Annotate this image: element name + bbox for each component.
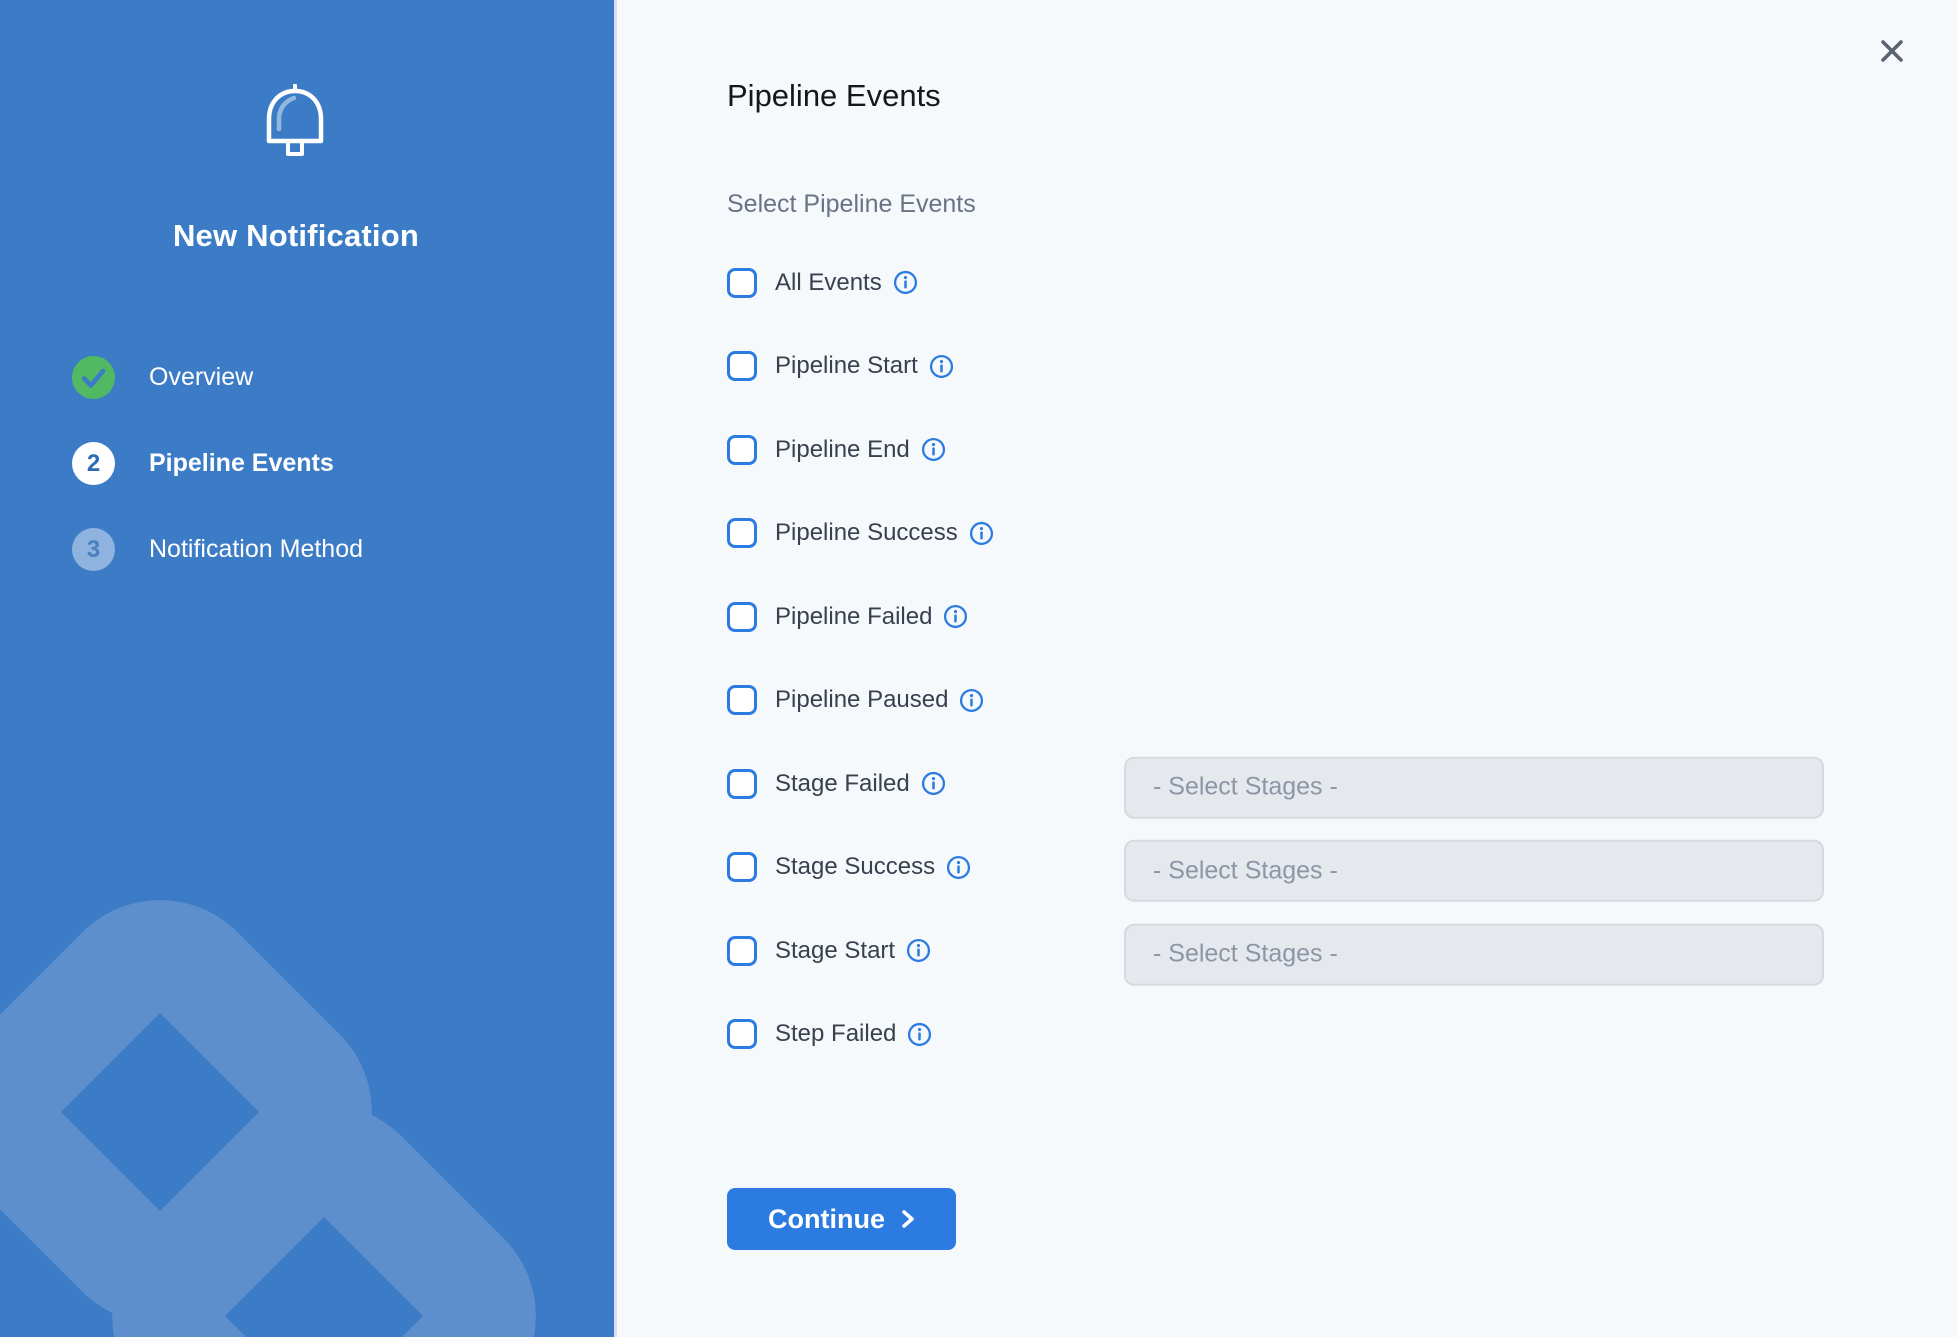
- check-icon: [72, 356, 115, 399]
- checkbox[interactable]: [727, 435, 757, 465]
- event-label[interactable]: Stage Start: [775, 937, 895, 965]
- panel-title: Pipeline Events: [727, 78, 941, 114]
- event-row-pipeline-start: Pipeline Start: [727, 325, 1827, 409]
- event-row-pipeline-success: Pipeline Success: [727, 492, 1827, 576]
- event-list: All Events Pipeline Start Pipeline End: [727, 241, 1827, 1076]
- event-label[interactable]: Stage Failed: [775, 770, 910, 798]
- info-icon[interactable]: [906, 938, 931, 963]
- bell-icon: [264, 84, 326, 160]
- info-icon[interactable]: [893, 270, 918, 295]
- step-item-pipeline-events[interactable]: 2 Pipeline Events: [72, 442, 363, 485]
- event-label[interactable]: Pipeline Start: [775, 352, 918, 380]
- step-label: Notification Method: [149, 535, 363, 564]
- checkbox[interactable]: [727, 351, 757, 381]
- checkbox[interactable]: [727, 1019, 757, 1049]
- info-icon[interactable]: [929, 354, 954, 379]
- step-badge: 2: [72, 442, 115, 485]
- event-label[interactable]: Pipeline Success: [775, 519, 958, 547]
- event-row-stage-failed: Stage Failed - Select Stages -: [727, 742, 1827, 826]
- step-label: Overview: [149, 363, 253, 392]
- event-row-stage-start: Stage Start - Select Stages -: [727, 909, 1827, 993]
- panel-subtitle: Select Pipeline Events: [727, 190, 976, 219]
- event-label[interactable]: Pipeline Paused: [775, 686, 948, 714]
- event-label[interactable]: Step Failed: [775, 1020, 896, 1048]
- event-row-all-events: All Events: [727, 241, 1827, 325]
- event-label[interactable]: All Events: [775, 269, 882, 297]
- step-list: Overview 2 Pipeline Events 3 Notificatio…: [72, 356, 363, 571]
- info-icon[interactable]: [943, 604, 968, 629]
- sidebar: New Notification Overview 2 Pipeline Eve…: [0, 0, 617, 1337]
- stage-select-placeholder: - Select Stages -: [1153, 940, 1338, 969]
- step-number: 3: [87, 536, 100, 564]
- event-row-pipeline-paused: Pipeline Paused: [727, 659, 1827, 743]
- checkbox[interactable]: [727, 852, 757, 882]
- stage-select-placeholder: - Select Stages -: [1153, 856, 1338, 885]
- event-label[interactable]: Pipeline End: [775, 436, 910, 464]
- checkbox[interactable]: [727, 936, 757, 966]
- checkbox[interactable]: [727, 268, 757, 298]
- event-label[interactable]: Stage Success: [775, 853, 935, 881]
- panel: Pipeline Events Select Pipeline Events A…: [617, 0, 1957, 1337]
- event-row-pipeline-failed: Pipeline Failed: [727, 575, 1827, 659]
- stage-select[interactable]: - Select Stages -: [1124, 923, 1824, 985]
- step-item-overview[interactable]: Overview: [72, 356, 363, 399]
- info-icon[interactable]: [969, 521, 994, 546]
- event-row-stage-success: Stage Success - Select Stages -: [727, 826, 1827, 910]
- continue-button[interactable]: Continue: [727, 1188, 956, 1250]
- info-icon[interactable]: [907, 1022, 932, 1047]
- event-label[interactable]: Pipeline Failed: [775, 603, 932, 631]
- info-icon[interactable]: [921, 437, 946, 462]
- checkbox[interactable]: [727, 518, 757, 548]
- step-number: 2: [87, 450, 100, 478]
- info-icon[interactable]: [959, 688, 984, 713]
- step-badge: [72, 356, 115, 399]
- step-item-notification-method[interactable]: 3 Notification Method: [72, 528, 363, 571]
- checkbox[interactable]: [727, 602, 757, 632]
- stage-select[interactable]: - Select Stages -: [1124, 840, 1824, 902]
- stage-select[interactable]: - Select Stages -: [1124, 756, 1824, 818]
- close-icon: [1877, 54, 1907, 69]
- chevron-right-icon: [900, 1208, 915, 1230]
- sidebar-title: New Notification: [0, 218, 592, 254]
- info-icon[interactable]: [921, 771, 946, 796]
- new-notification-modal: New Notification Overview 2 Pipeline Eve…: [0, 0, 1957, 1337]
- stage-select-placeholder: - Select Stages -: [1153, 773, 1338, 802]
- info-icon[interactable]: [946, 855, 971, 880]
- close-button[interactable]: [1877, 36, 1907, 66]
- step-label: Pipeline Events: [149, 449, 334, 478]
- continue-label: Continue: [768, 1204, 885, 1235]
- step-badge: 3: [72, 528, 115, 571]
- checkbox[interactable]: [727, 769, 757, 799]
- event-row-step-failed: Step Failed: [727, 993, 1827, 1077]
- event-row-pipeline-end: Pipeline End: [727, 408, 1827, 492]
- checkbox[interactable]: [727, 685, 757, 715]
